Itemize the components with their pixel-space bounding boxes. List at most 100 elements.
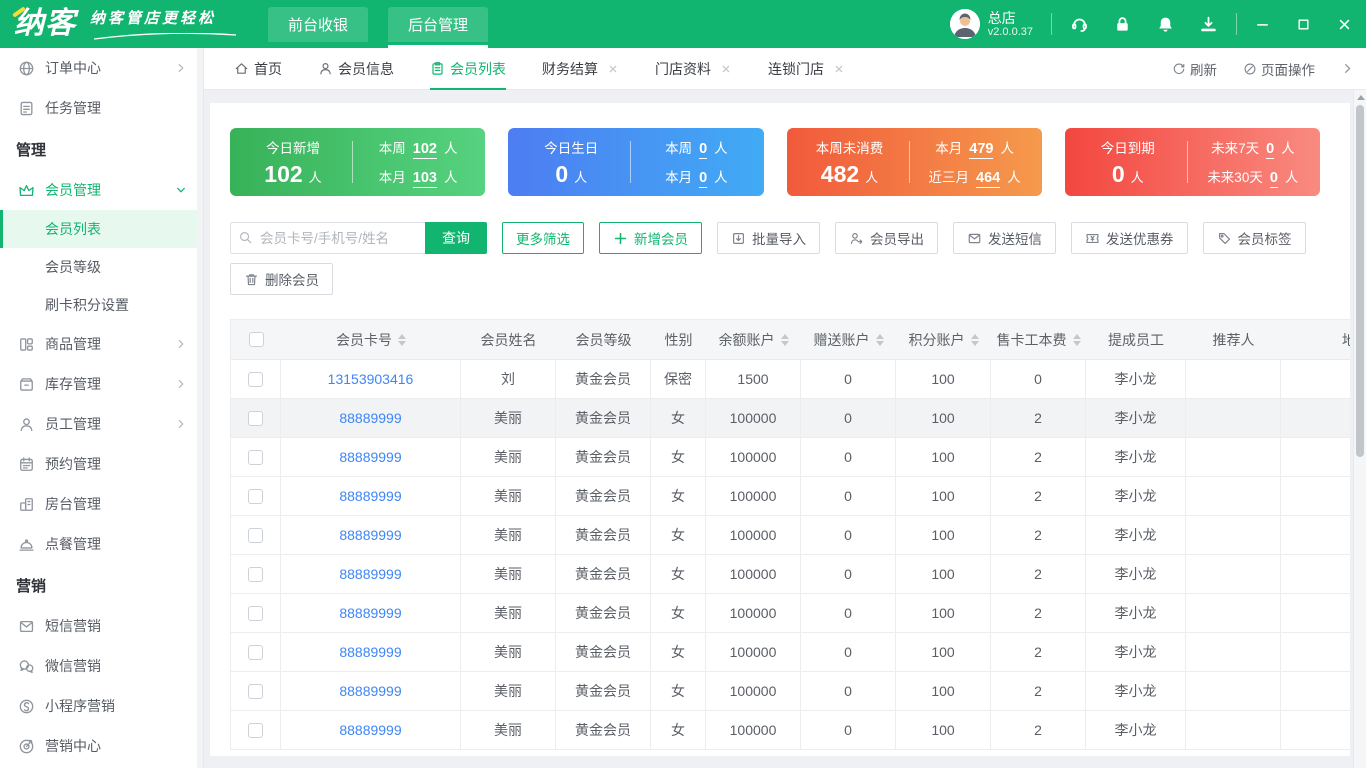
sidebar-item-sms-marketing[interactable]: 短信营销 (0, 606, 203, 646)
tab-member-list[interactable]: 会员列表 (430, 48, 506, 90)
member-card-link[interactable]: 88889999 (339, 488, 401, 504)
sidebar-item-member-list[interactable]: 会员列表 (0, 210, 203, 248)
tab-member-info[interactable]: 会员信息 (318, 48, 394, 90)
header-nav-frontend-cashier[interactable]: 前台收银 (268, 6, 369, 42)
member-card-link[interactable]: 88889999 (339, 644, 401, 660)
cell-text: 100000 (729, 566, 777, 582)
send-sms-button[interactable]: 发送短信 (953, 222, 1056, 254)
sidebar-item-member-level[interactable]: 会员等级 (0, 248, 203, 286)
stat-line-value[interactable]: 103 (412, 170, 437, 188)
notification-button[interactable] (1156, 15, 1175, 34)
sidebar-scrollbar[interactable] (197, 48, 203, 768)
sidebar-item-dining-manage[interactable]: 点餐管理 (0, 524, 203, 564)
search-input[interactable] (230, 222, 425, 254)
stat-line-value[interactable]: 0 (1269, 170, 1278, 188)
col-header-address: 地址 (1281, 320, 1350, 359)
sidebar-item-room-manage[interactable]: 房台管理 (0, 484, 203, 524)
scrollbar-thumb[interactable] (1356, 105, 1364, 457)
stat-line-value[interactable]: 102 (412, 141, 437, 159)
sidebar-item-member-manage[interactable]: 会员管理 (0, 170, 203, 210)
sort-icon[interactable] (875, 333, 884, 346)
cell-points: 100 (896, 594, 991, 632)
stat-line-value[interactable]: 0 (699, 141, 708, 159)
sort-icon[interactable] (970, 333, 979, 346)
batch-import-button[interactable]: 批量导入 (717, 222, 820, 254)
sort-icon[interactable] (398, 333, 406, 346)
sidebar-item-staff-manage[interactable]: 员工管理 (0, 404, 203, 444)
maximize-button[interactable] (1296, 17, 1311, 32)
app-window: 纳客 纳客管店更轻松 前台收银 后台管理 总店 v2.0.0.37 订单中心 任务管… (0, 0, 1366, 768)
sidebar-item-inventory-manage[interactable]: 库存管理 (0, 364, 203, 404)
refresh-button[interactable]: 刷新 (1172, 59, 1217, 79)
download-button[interactable] (1199, 15, 1218, 34)
row-checkbox[interactable] (248, 410, 263, 426)
member-export-button[interactable]: 会员导出 (835, 222, 938, 254)
sort-icon[interactable] (1072, 333, 1081, 346)
sidebar-item-goods-manage[interactable]: 商品管理 (0, 324, 203, 364)
tab-close-icon[interactable] (607, 63, 619, 75)
stat-line-value[interactable]: 0 (1266, 141, 1275, 159)
member-card-link[interactable]: 88889999 (339, 605, 401, 621)
sidebar-item-task-manage[interactable]: 任务管理 (0, 88, 203, 128)
tab-store-info[interactable]: 门店资料 (655, 48, 732, 90)
cell-card_fee: 2 (991, 438, 1086, 476)
row-checkbox[interactable] (248, 527, 263, 543)
member-card-link[interactable]: 88889999 (339, 683, 401, 699)
cell-address (1281, 438, 1350, 476)
sidebar-item-order-center[interactable]: 订单中心 (0, 48, 203, 88)
row-checkbox[interactable] (248, 683, 263, 699)
sort-icon[interactable] (780, 333, 789, 346)
member-tag-button[interactable]: 会员标签 (1202, 222, 1306, 254)
tab-home[interactable]: 首页 (234, 48, 282, 90)
row-checkbox[interactable] (248, 644, 263, 660)
row-checkbox[interactable] (248, 722, 263, 738)
lock-button[interactable] (1113, 15, 1132, 34)
tab-finance-settle[interactable]: 财务结算 (542, 48, 619, 90)
scroll-up-arrow-icon[interactable] (1357, 95, 1365, 100)
query-button[interactable]: 查询 (425, 222, 487, 254)
stat-line-value[interactable]: 0 (699, 170, 708, 188)
header-nav-backend-manage[interactable]: 后台管理 (388, 6, 489, 48)
sidebar-item-wechat-marketing[interactable]: 微信营销 (0, 646, 203, 686)
member-card-link[interactable]: 13153903416 (328, 371, 414, 387)
sidebar-item-marketing-center[interactable]: 营销中心 (0, 726, 203, 766)
customer-service-button[interactable] (1070, 15, 1089, 34)
member-card-link[interactable]: 88889999 (339, 566, 401, 582)
cell-address (1281, 594, 1350, 632)
send-coupon-button[interactable]: 发送优惠券 (1071, 222, 1188, 254)
column-label: 提成员工 (1108, 331, 1164, 348)
sidebar-item-card-points-setting[interactable]: 刷卡积分设置 (0, 286, 203, 324)
row-checkbox[interactable] (248, 566, 263, 582)
select-all-checkbox[interactable] (248, 332, 264, 347)
page-operations-button[interactable]: 页面操作 (1243, 59, 1315, 79)
stat-card-new-today: 今日新增 102 人本周 102 人本月 103 人 (230, 128, 486, 196)
sidebar-item-miniprogram-marketing[interactable]: 小程序营销 (0, 686, 203, 726)
avatar[interactable] (949, 9, 980, 39)
delete-member-button[interactable]: 删除会员 (230, 263, 333, 295)
cell-text: 李小龙 (1114, 605, 1157, 621)
cell-level: 黄金会员 (556, 711, 651, 749)
member-card-link[interactable]: 88889999 (339, 410, 401, 426)
tab-close-icon[interactable] (833, 63, 845, 75)
close-button[interactable] (1337, 17, 1352, 32)
add-member-button[interactable]: 新增会员 (599, 222, 702, 254)
more-filter-button[interactable]: 更多筛选 (502, 222, 584, 254)
cell-card_fee: 0 (991, 360, 1086, 398)
sidebar-item-reservation-manage[interactable]: 预约管理 (0, 444, 203, 484)
stat-line-value[interactable]: 479 (969, 141, 994, 159)
tab-close-icon[interactable] (720, 63, 732, 75)
member-card-link[interactable]: 88889999 (339, 449, 401, 465)
row-checkbox[interactable] (248, 605, 263, 621)
vertical-scrollbar[interactable] (1353, 90, 1366, 768)
member-card-link[interactable]: 88889999 (339, 527, 401, 543)
tab-chain-stores[interactable]: 连锁门店 (768, 48, 845, 90)
tabs-scroll-right-icon[interactable] (1341, 62, 1354, 75)
row-checkbox[interactable] (248, 488, 263, 504)
row-checkbox[interactable] (248, 449, 263, 465)
trash-icon (244, 272, 259, 287)
row-checkbox[interactable] (248, 371, 263, 387)
stat-line-value[interactable]: 464 (976, 170, 1001, 188)
cell-text: 美丽 (494, 527, 522, 543)
member-card-link[interactable]: 88889999 (339, 722, 401, 738)
minimize-button[interactable] (1255, 17, 1270, 32)
